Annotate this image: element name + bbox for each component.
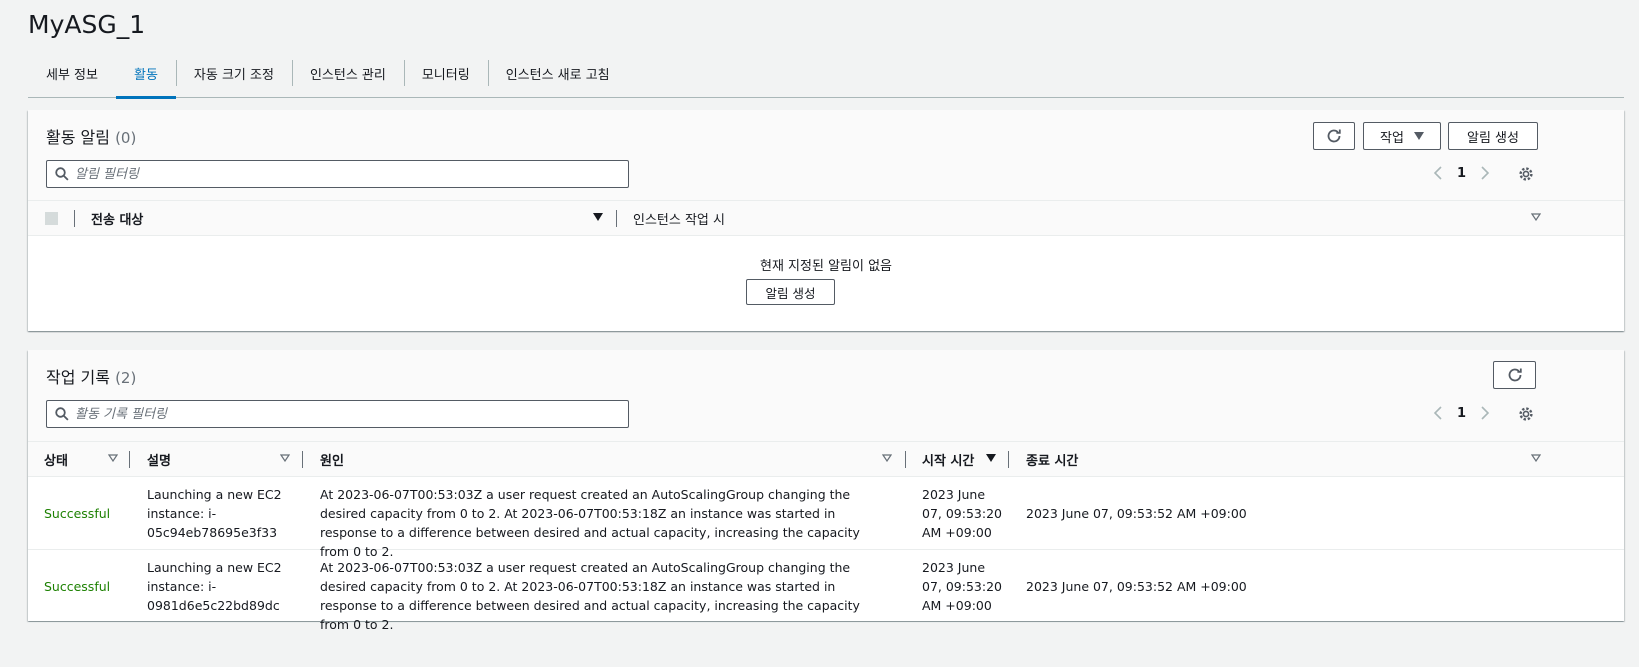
status-text: Successful <box>44 506 111 521</box>
sort-icon[interactable] <box>1531 454 1541 462</box>
table-row: Successful Launching a new EC2 instance:… <box>28 550 1624 632</box>
settings-gear-icon[interactable] <box>1518 406 1534 422</box>
settings-gear-icon[interactable] <box>1518 166 1534 182</box>
description-text: Launching a new EC2 instance: i-05c94eb7… <box>147 487 282 540</box>
create-notification-button[interactable]: 알림 생성 <box>1448 122 1538 150</box>
refresh-notifications-button[interactable] <box>1313 122 1355 150</box>
history-filter-field[interactable] <box>46 400 629 428</box>
column-header-start-time[interactable]: 시작 시간 <box>922 442 974 476</box>
notification-filter-input[interactable] <box>75 166 595 182</box>
history-filter-input[interactable] <box>75 406 595 422</box>
no-notifications-text: 현재 지정된 알림이 없음 <box>760 259 892 274</box>
notifications-count: (0) <box>115 129 137 147</box>
column-header-target[interactable]: 전송 대상 <box>91 201 143 235</box>
create-notification-empty-label: 알림 생성 <box>765 285 816 301</box>
tab-activity[interactable]: 활동 <box>115 48 176 99</box>
search-icon <box>55 167 69 181</box>
search-icon <box>55 407 69 421</box>
sort-icon[interactable] <box>280 454 290 462</box>
notifications-title-text: 활동 알림 <box>46 128 110 147</box>
tab-bar: 세부 정보 활동 자동 크기 조정 인스턴스 관리 모니터링 인스턴스 새로 고… <box>28 48 1624 99</box>
notifications-panel: 활동 알림 (0) 작업 알림 생성 1 전송 대상 인스턴스 작업 시 <box>28 110 1624 331</box>
description-text: Launching a new EC2 instance: i-0981d6e5… <box>147 560 282 613</box>
history-table-header: 상태 설명 원인 시작 시간 종료 시간 <box>28 441 1624 477</box>
tab-details[interactable]: 세부 정보 <box>28 48 116 98</box>
end-time-text: 2023 June 07, 09:53:52 AM +09:00 <box>1026 506 1247 521</box>
refresh-history-button[interactable] <box>1493 361 1536 389</box>
chevron-right-icon[interactable] <box>1480 165 1490 181</box>
notifications-title: 활동 알림 (0) <box>46 124 136 148</box>
sort-icon[interactable] <box>108 454 118 462</box>
start-time-text: 2023 June 07, 09:53:20 AM +09:00 <box>922 560 1002 613</box>
chevron-left-icon[interactable] <box>1433 165 1443 181</box>
select-all-checkbox[interactable] <box>45 212 58 225</box>
notifications-table-header: 전송 대상 인스턴스 작업 시 <box>28 200 1624 236</box>
page-number[interactable]: 1 <box>1457 166 1466 181</box>
caret-down-icon <box>1413 132 1424 140</box>
tab-instance-management[interactable]: 인스턴스 관리 <box>291 48 404 98</box>
start-time-text: 2023 June 07, 09:53:20 AM +09:00 <box>922 487 1002 540</box>
refresh-icon <box>1508 368 1522 382</box>
chevron-right-icon[interactable] <box>1480 405 1490 421</box>
column-header-cause[interactable]: 원인 <box>320 442 344 476</box>
sort-icon[interactable] <box>1531 213 1541 221</box>
refresh-icon <box>1327 129 1341 143</box>
column-header-when[interactable]: 인스턴스 작업 시 <box>633 201 725 235</box>
create-notification-empty-button[interactable]: 알림 생성 <box>746 279 835 305</box>
status-text: Successful <box>44 579 111 594</box>
notifications-pagination: 1 <box>1433 165 1490 181</box>
sort-descending-icon[interactable] <box>593 213 603 221</box>
end-time-text: 2023 June 07, 09:53:52 AM +09:00 <box>1026 579 1247 594</box>
history-count: (2) <box>115 369 137 387</box>
page-number[interactable]: 1 <box>1457 406 1466 421</box>
column-header-end-time[interactable]: 종료 시간 <box>1026 442 1078 476</box>
cause-text: At 2023-06-07T00:53:03Z a user request c… <box>320 560 860 632</box>
create-notification-label: 알림 생성 <box>1467 130 1519 146</box>
history-header: 작업 기록 (2) 1 <box>28 350 1624 441</box>
tab-automatic-scaling[interactable]: 자동 크기 조정 <box>175 48 292 98</box>
history-title-text: 작업 기록 <box>46 368 110 387</box>
tab-instance-refresh[interactable]: 인스턴스 새로 고침 <box>487 48 628 98</box>
notification-filter-field[interactable] <box>46 160 629 188</box>
actions-label: 작업 <box>1380 130 1404 146</box>
notifications-header: 활동 알림 (0) 작업 알림 생성 1 <box>28 110 1624 200</box>
tab-monitoring[interactable]: 모니터링 <box>403 48 488 98</box>
table-row: Successful Launching a new EC2 instance:… <box>28 477 1624 559</box>
chevron-left-icon[interactable] <box>1433 405 1443 421</box>
history-pagination: 1 <box>1433 405 1490 421</box>
sort-descending-icon[interactable] <box>986 454 996 462</box>
sort-icon[interactable] <box>882 454 892 462</box>
column-header-description[interactable]: 설명 <box>147 442 171 476</box>
activity-history-panel: 작업 기록 (2) 1 상태 설명 원인 시작 시간 종료 시간 <box>28 350 1624 632</box>
page-title: MyASG_1 <box>28 10 146 39</box>
actions-dropdown-button[interactable]: 작업 <box>1363 122 1441 150</box>
column-header-status[interactable]: 상태 <box>44 442 68 476</box>
history-title: 작업 기록 (2) <box>46 364 136 388</box>
